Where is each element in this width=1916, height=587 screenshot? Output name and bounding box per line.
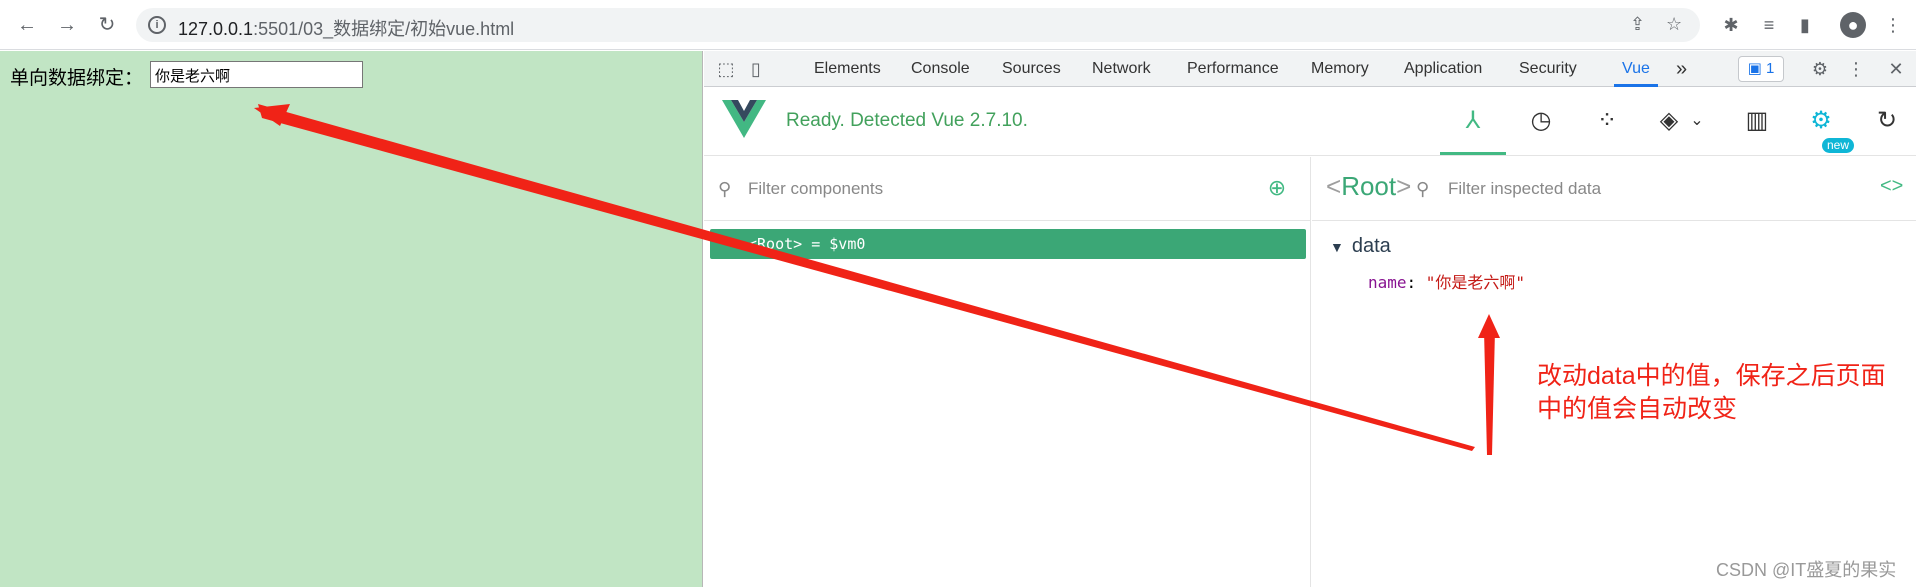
- tag-close: >: [1396, 171, 1412, 201]
- plugin-settings-icon[interactable]: ⚙: [1806, 106, 1836, 136]
- annotation-line-2: 中的值会自动改变: [1537, 395, 1738, 423]
- devtools-menu-icon[interactable]: ⋮: [1844, 57, 1868, 81]
- page-viewport: 单向数据绑定： 你是老六啊: [0, 51, 703, 587]
- address-bar[interactable]: i 127.0.0.1:5501/03_数据绑定/初始vue.html ⇪ ☆: [136, 8, 1700, 42]
- tab-elements[interactable]: Elements: [814, 51, 881, 87]
- component-filter-row: ⚲ Filter components ⊕: [704, 157, 1311, 221]
- caret-down-icon[interactable]: ▼: [1330, 239, 1344, 255]
- tag-name: Root: [1341, 171, 1397, 201]
- site-info-icon[interactable]: i: [148, 16, 166, 34]
- forward-icon[interactable]: →: [54, 12, 80, 38]
- active-view-indicator: [1440, 152, 1506, 155]
- components-icon[interactable]: ⅄: [1458, 106, 1488, 136]
- url-path: :5501/03_数据绑定/初始vue.html: [253, 19, 515, 39]
- name-input[interactable]: 你是老六啊: [150, 61, 363, 88]
- data-value[interactable]: "你是老六啊": [1426, 273, 1525, 292]
- issues-badge[interactable]: ▣ 1: [1738, 56, 1784, 82]
- vue-devtools-header: Ready. Detected Vue 2.7.10. ⅄ ◷ ⁘ ◈ ⌄ ▥ …: [704, 88, 1916, 156]
- vue-logo-icon: [722, 100, 766, 138]
- tab-vue[interactable]: Vue: [1614, 51, 1658, 87]
- routes-icon[interactable]: ◈: [1654, 106, 1684, 136]
- data-section-header[interactable]: ▼ data: [1330, 235, 1391, 258]
- watermark: CSDN @IT盛夏的果实: [1716, 560, 1897, 580]
- performance-dots-icon[interactable]: ⁘: [1592, 106, 1622, 136]
- url-host: 127.0.0.1: [178, 19, 254, 39]
- browser-toolbar: ← → ↻ i 127.0.0.1:5501/03_数据绑定/初始vue.htm…: [0, 0, 1916, 50]
- filter-data-input[interactable]: Filter inspected data: [1448, 179, 1601, 199]
- binding-label: 单向数据绑定：: [10, 68, 144, 89]
- tag-open: <: [1326, 171, 1342, 201]
- chevron-down-icon[interactable]: ⌄: [1682, 106, 1712, 136]
- back-icon[interactable]: ←: [14, 12, 40, 38]
- data-property-row[interactable]: name: "你是老六啊": [1368, 269, 1525, 293]
- refresh-icon[interactable]: ↻: [1872, 106, 1902, 136]
- select-component-target-icon[interactable]: ⊕: [1264, 175, 1290, 201]
- profile-avatar-icon[interactable]: ●: [1840, 12, 1866, 38]
- issues-count: 1: [1766, 60, 1775, 77]
- menu-kebab-icon[interactable]: ⋮: [1880, 12, 1906, 38]
- share-icon[interactable]: ⇪: [1630, 14, 1645, 35]
- tab-memory[interactable]: Memory: [1311, 51, 1369, 87]
- annotation-text: 改动data中的值，保存之后页面 中的值会自动改变: [1537, 360, 1897, 426]
- inspect-element-icon[interactable]: ⬚: [714, 57, 738, 81]
- settings-gear-icon[interactable]: ⚙: [1808, 57, 1832, 81]
- tab-sources[interactable]: Sources: [1002, 51, 1061, 87]
- inspector-header: <Root> ⚲ Filter inspected data <>: [1312, 157, 1916, 221]
- tab-console[interactable]: Console: [911, 51, 970, 87]
- data-key: name: [1368, 273, 1407, 292]
- url-text[interactable]: 127.0.0.1:5501/03_数据绑定/初始vue.html: [178, 15, 514, 41]
- devtools-panel: ⬚ ▯ Elements Console Sources Network Per…: [704, 51, 1916, 587]
- filter-components-input[interactable]: Filter components: [748, 179, 883, 199]
- reload-icon[interactable]: ↻: [94, 12, 120, 38]
- timeline-icon[interactable]: ◷: [1526, 106, 1556, 136]
- new-badge: new: [1822, 138, 1855, 153]
- search-icon: ⚲: [1416, 179, 1430, 199]
- more-tabs-icon[interactable]: »: [1676, 51, 1687, 87]
- data-section-label: data: [1351, 235, 1391, 257]
- close-devtools-icon[interactable]: ✕: [1884, 57, 1908, 81]
- tab-application[interactable]: Application: [1404, 51, 1482, 87]
- root-component-row[interactable]: <Root> = $vm0: [710, 229, 1306, 259]
- device-toolbar-icon[interactable]: ▯: [744, 57, 768, 81]
- vue-status-text: Ready. Detected Vue 2.7.10.: [786, 110, 1028, 131]
- bookmark-star-icon[interactable]: ☆: [1666, 14, 1682, 35]
- extensions-icon[interactable]: ✱: [1718, 12, 1744, 38]
- chart-icon[interactable]: ▥: [1742, 106, 1772, 136]
- search-icon: ⚲: [718, 179, 732, 199]
- tab-security[interactable]: Security: [1519, 51, 1577, 87]
- media-control-icon[interactable]: ≡: [1756, 12, 1782, 38]
- side-panel-icon[interactable]: ▮: [1792, 12, 1818, 38]
- devtools-tabbar: ⬚ ▯ Elements Console Sources Network Per…: [704, 51, 1916, 87]
- component-tree-pane: ⚲ Filter components ⊕ <Root> = $vm0: [704, 157, 1311, 587]
- annotation-line-1: 改动data中的值，保存之后页面: [1537, 362, 1886, 390]
- open-source-code-icon[interactable]: <>: [1880, 175, 1903, 198]
- tab-performance[interactable]: Performance: [1187, 51, 1279, 87]
- inspected-component-name: <Root>: [1326, 171, 1411, 202]
- tab-network[interactable]: Network: [1092, 51, 1151, 87]
